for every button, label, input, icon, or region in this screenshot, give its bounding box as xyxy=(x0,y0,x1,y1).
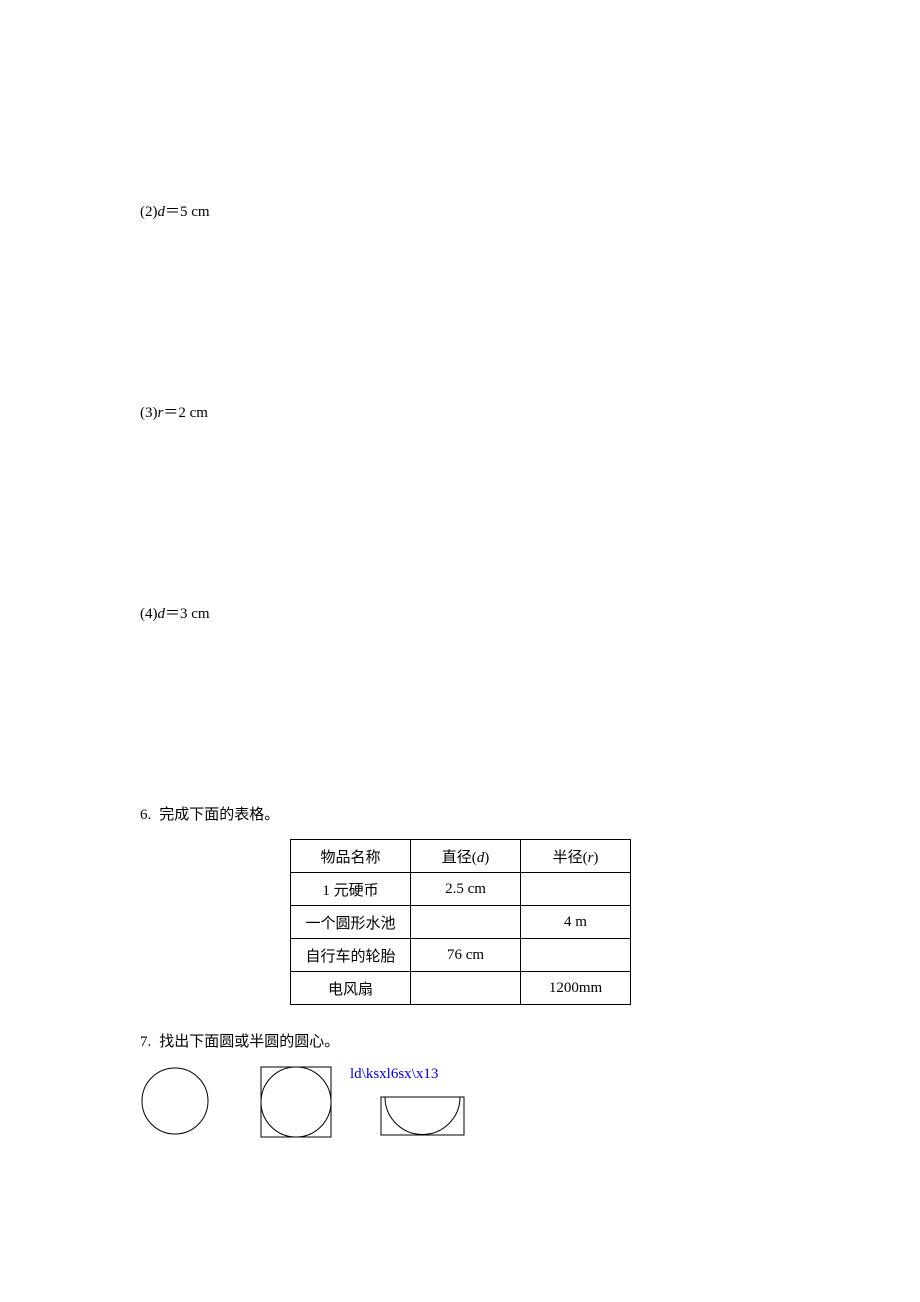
q7-label: 7. 找出下面圆或半圆的圆心。 xyxy=(140,1030,820,1051)
table-row: 电风扇 1200mm xyxy=(291,972,631,1005)
cell-d: 2.5 cm xyxy=(411,873,521,906)
item4-eq: ＝3 cm xyxy=(165,606,210,622)
item3-prefix: (3) xyxy=(140,405,158,421)
table-row: 自行车的轮胎 76 cm xyxy=(291,939,631,972)
item4-var: d xyxy=(158,606,166,622)
item2-var: d xyxy=(158,204,166,220)
cell-d xyxy=(411,972,521,1005)
cell-name: 自行车的轮胎 xyxy=(291,939,411,972)
item4-prefix: (4) xyxy=(140,606,158,622)
problem-item-2: (2)d＝5 cm xyxy=(140,200,820,221)
cell-name: 一个圆形水池 xyxy=(291,906,411,939)
q6-table-container: 物品名称 直径(d) 半径(r) 1 元硬币 2.5 cm 一个圆形水池 xyxy=(290,839,820,1005)
cell-r xyxy=(521,939,631,972)
semicircle-icon xyxy=(380,1096,465,1136)
problem-item-4: (4)d＝3 cm xyxy=(140,602,820,623)
cell-d xyxy=(411,906,521,939)
q7-figures: ld\ksxl6sx\x13 xyxy=(140,1066,820,1146)
table-header-row: 物品名称 直径(d) 半径(r) xyxy=(291,840,631,873)
item2-eq: ＝5 cm xyxy=(165,204,210,220)
cell-name: 电风扇 xyxy=(291,972,411,1005)
blue-path-text: ld\ksxl6sx\x13 xyxy=(350,1066,438,1083)
question-7: 7. 找出下面圆或半圆的圆心。 ld\ksxl6sx\x13 xyxy=(140,1030,820,1146)
table-row: 1 元硬币 2.5 cm xyxy=(291,873,631,906)
problem-item-3: (3)r＝2 cm xyxy=(140,401,820,422)
question-6: 6. 完成下面的表格。 物品名称 直径(d) 半径(r) 1 元硬币 2.5 cm xyxy=(140,803,820,1005)
q6-label: 6. 完成下面的表格。 xyxy=(140,803,820,824)
cell-name: 1 元硬币 xyxy=(291,873,411,906)
q6-text: 完成下面的表格。 xyxy=(159,807,279,823)
item3-eq: ＝2 cm xyxy=(163,405,208,421)
header-radius: 半径(r) xyxy=(521,840,631,873)
cell-r xyxy=(521,873,631,906)
square-circle-icon xyxy=(260,1066,332,1138)
q6-num: 6. xyxy=(140,807,151,823)
cell-r: 1200mm xyxy=(521,972,631,1005)
header-diameter: 直径(d) xyxy=(411,840,521,873)
table-row: 一个圆形水池 4 m xyxy=(291,906,631,939)
q7-text: 找出下面圆或半圆的圆心。 xyxy=(159,1034,339,1050)
cell-r: 4 m xyxy=(521,906,631,939)
cell-d: 76 cm xyxy=(411,939,521,972)
q6-table: 物品名称 直径(d) 半径(r) 1 元硬币 2.5 cm 一个圆形水池 xyxy=(290,839,631,1005)
item2-prefix: (2) xyxy=(140,204,158,220)
circle-icon xyxy=(140,1066,210,1136)
header-name: 物品名称 xyxy=(291,840,411,873)
q7-num: 7. xyxy=(140,1034,151,1050)
